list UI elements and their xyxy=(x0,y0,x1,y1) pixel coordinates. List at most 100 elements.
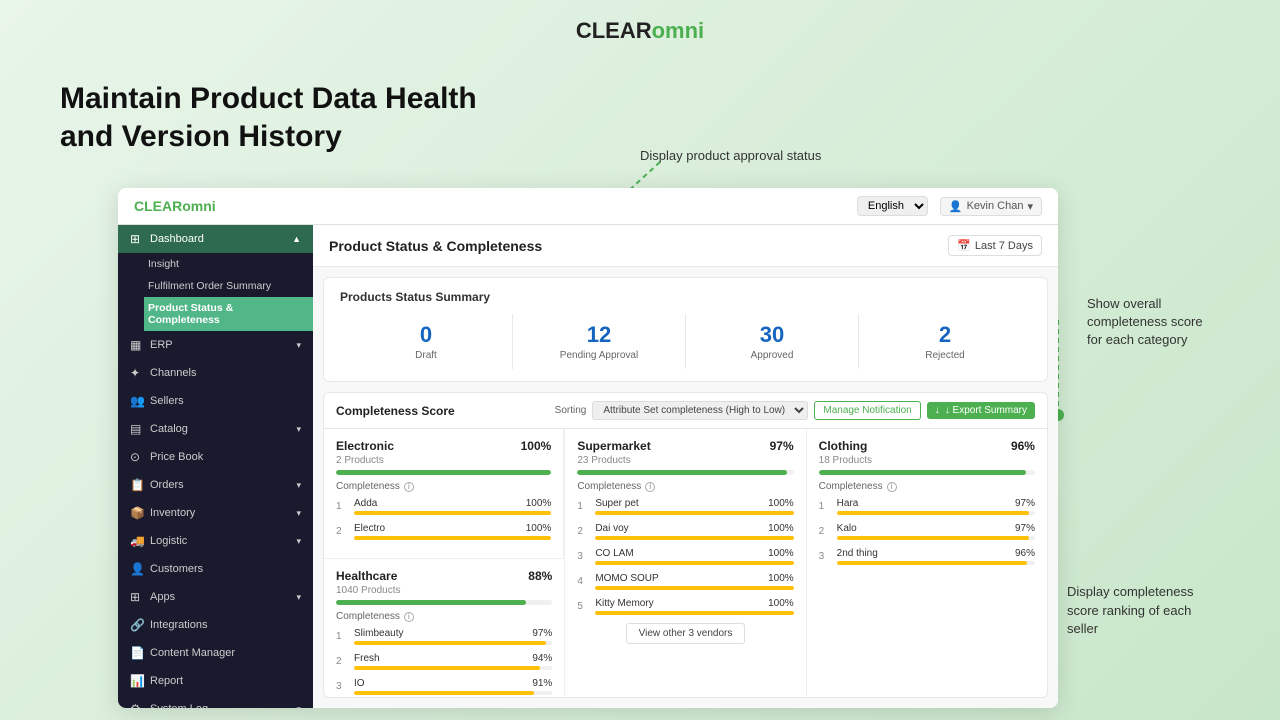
sidebar-item-sellers[interactable]: 👥 Sellers xyxy=(118,387,313,415)
status-summary: Products Status Summary 0 Draft 12 Pendi… xyxy=(323,277,1048,382)
electronic-products: 2 Products xyxy=(336,455,551,466)
seller-row: 1 Adda100% xyxy=(336,498,551,515)
clothing-sellers: 1 Hara97% 2 Kalo97% xyxy=(819,498,1035,565)
supermarket-products: 23 Products xyxy=(577,455,793,466)
completeness-sub: Completeness i xyxy=(819,481,1035,492)
sidebar-item-system-log[interactable]: ⚙ System Log ▾ xyxy=(118,695,313,708)
healthcare-score: 88% xyxy=(528,569,552,583)
sidebar-item-dashboard[interactable]: ⊞ Dashboard ▲ xyxy=(118,225,313,253)
seller-row: 1 Slimbeauty97% xyxy=(336,628,552,645)
pending-count: 12 xyxy=(513,322,685,348)
healthcare-bar-bg xyxy=(336,600,552,605)
supermarket-name: Supermarket xyxy=(577,439,650,453)
completeness-sub: Completeness i xyxy=(577,481,793,492)
sidebar-item-erp[interactable]: ▦ ERP ▾ xyxy=(118,331,313,359)
orders-icon: 📋 xyxy=(130,478,144,492)
system-log-icon: ⚙ xyxy=(130,702,144,708)
sidebar-item-orders[interactable]: 📋 Orders ▾ xyxy=(118,471,313,499)
sidebar-item-report[interactable]: 📊 Report xyxy=(118,667,313,695)
main-heading: Maintain Product Data Health and Version… xyxy=(60,80,477,155)
app-body: ⊞ Dashboard ▲ Insight Fulfilment Order S… xyxy=(118,225,1058,708)
sidebar-item-inventory[interactable]: 📦 Inventory ▾ xyxy=(118,499,313,527)
seller-row: 2 Fresh94% xyxy=(336,653,552,670)
date-badge[interactable]: 📅 Last 7 Days xyxy=(948,235,1042,256)
apps-icon: ⊞ xyxy=(130,590,144,604)
channels-icon: ✦ xyxy=(130,366,144,380)
status-summary-title: Products Status Summary xyxy=(340,290,1031,304)
sidebar-item-fulfillment[interactable]: Fulfilment Order Summary xyxy=(144,275,313,297)
info-icon: i xyxy=(404,482,414,492)
chevron-down-icon: ▾ xyxy=(296,592,301,603)
status-card-draft: 0 Draft xyxy=(340,314,513,369)
rejected-count: 2 xyxy=(859,322,1031,348)
electronic-bar-fill xyxy=(336,470,551,475)
sellers-icon: 👥 xyxy=(130,394,144,408)
manage-notification-button[interactable]: Manage Notification xyxy=(814,401,920,420)
completeness-sub: Completeness i xyxy=(336,481,551,492)
status-cards: 0 Draft 12 Pending Approval 30 Approved … xyxy=(340,314,1031,369)
sidebar-item-product-status[interactable]: Product Status & Completeness xyxy=(144,297,313,331)
sidebar-item-insight[interactable]: Insight xyxy=(144,253,313,275)
clothing-score: 96% xyxy=(1011,439,1035,453)
app-header: CLEARomni English 👤 Kevin Chan ▾ xyxy=(118,188,1058,225)
annotation-approval: Display product approval status xyxy=(640,148,821,163)
categories-container: Electronic 100% 2 Products Completeness … xyxy=(324,429,1047,698)
user-icon: 👤 xyxy=(949,200,963,213)
sidebar-item-content-manager[interactable]: 📄 Content Manager xyxy=(118,639,313,667)
user-badge[interactable]: 👤 Kevin Chan ▾ xyxy=(940,197,1042,216)
top-logo: CLEARomni xyxy=(0,0,1280,54)
category-supermarket: Supermarket 97% 23 Products Completeness… xyxy=(565,429,806,698)
chevron-down-icon: ▾ xyxy=(296,536,301,547)
page-title: Product Status & Completeness xyxy=(329,238,542,254)
sidebar-item-customers[interactable]: 👤 Customers xyxy=(118,555,313,583)
chevron-down-icon: ▾ xyxy=(296,508,301,519)
integrations-icon: 🔗 xyxy=(130,618,144,632)
erp-icon: ▦ xyxy=(130,338,144,352)
logistic-icon: 🚚 xyxy=(130,534,144,548)
seller-row: 4 MOMO SOUP100% xyxy=(577,573,793,590)
seller-row: 1 Hara97% xyxy=(819,498,1035,515)
draft-count: 0 xyxy=(340,322,512,348)
chevron-down-icon: ▾ xyxy=(296,480,301,491)
sort-select[interactable]: Attribute Set completeness (High to Low) xyxy=(592,401,808,420)
completeness-sub: Completeness i xyxy=(336,611,552,622)
supermarket-bar-bg xyxy=(577,470,793,475)
supermarket-sellers: 1 Super pet100% 2 Dai voy100% xyxy=(577,498,793,615)
inventory-icon: 📦 xyxy=(130,506,144,520)
sidebar-item-price-book[interactable]: ⊙ Price Book xyxy=(118,443,313,471)
seller-row: 3 2nd thing96% xyxy=(819,548,1035,565)
report-icon: 📊 xyxy=(130,674,144,688)
pending-label: Pending Approval xyxy=(513,350,685,361)
export-summary-button[interactable]: ↓ ↓ Export Summary xyxy=(927,402,1035,419)
view-others-button[interactable]: View other 3 vendors xyxy=(626,623,746,644)
app-window: CLEARomni English 👤 Kevin Chan ▾ ⊞ Dashb… xyxy=(118,188,1058,708)
sidebar-item-logistic[interactable]: 🚚 Logistic ▾ xyxy=(118,527,313,555)
electronic-score: 100% xyxy=(521,439,552,453)
customers-icon: 👤 xyxy=(130,562,144,576)
clothing-name: Clothing xyxy=(819,439,868,453)
sorting-label: Sorting xyxy=(555,405,587,416)
sidebar-item-catalog[interactable]: ▤ Catalog ▾ xyxy=(118,415,313,443)
category-electronic: Electronic 100% 2 Products Completeness … xyxy=(324,429,564,558)
annotation-ranking: Display completenessscore ranking of eac… xyxy=(1067,583,1252,638)
chevron-icon: ▲ xyxy=(292,234,301,244)
sidebar-item-apps[interactable]: ⊞ Apps ▾ xyxy=(118,583,313,611)
seller-row: 5 Kitty Memory100% xyxy=(577,598,793,615)
price-book-icon: ⊙ xyxy=(130,450,144,464)
chevron-down-icon: ▾ xyxy=(1027,200,1033,213)
status-card-pending: 12 Pending Approval xyxy=(513,314,686,369)
status-card-rejected: 2 Rejected xyxy=(859,314,1031,369)
seller-row: 2 Kalo97% xyxy=(819,523,1035,540)
healthcare-bar-fill xyxy=(336,600,526,605)
sidebar-item-integrations[interactable]: 🔗 Integrations xyxy=(118,611,313,639)
supermarket-score: 97% xyxy=(770,439,794,453)
page-header: Product Status & Completeness 📅 Last 7 D… xyxy=(313,225,1058,267)
sidebar-item-channels[interactable]: ✦ Channels xyxy=(118,359,313,387)
language-select[interactable]: English xyxy=(857,196,928,216)
electronic-name: Electronic xyxy=(336,439,394,453)
healthcare-products: 1040 Products xyxy=(336,585,552,596)
clothing-products: 18 Products xyxy=(819,455,1035,466)
approved-label: Approved xyxy=(686,350,858,361)
draft-label: Draft xyxy=(340,350,512,361)
dashboard-icon: ⊞ xyxy=(130,232,144,246)
